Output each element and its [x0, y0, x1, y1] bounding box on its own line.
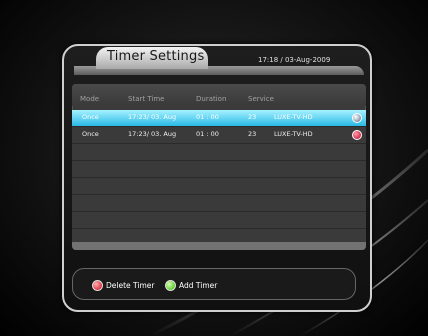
delete-timer-button[interactable]: Delete Timer	[106, 281, 154, 290]
timer-row[interactable]: Once 17:23/ 03. Aug 01 : 00 23 LUXE-TV-H…	[72, 127, 366, 144]
column-duration: Duration	[196, 95, 227, 103]
row-channel-number: 23	[248, 113, 257, 121]
empty-row	[72, 195, 366, 212]
row-duration: 01 : 00	[196, 130, 219, 138]
empty-row	[72, 161, 366, 178]
row-duration: 01 : 00	[196, 113, 219, 121]
column-start-time: Start Time	[128, 95, 165, 103]
empty-row	[72, 178, 366, 195]
red-key-icon	[92, 280, 103, 291]
empty-row	[72, 212, 366, 229]
row-service: LUXE-TV-HD	[274, 130, 313, 138]
add-timer-button[interactable]: Add Timer	[179, 281, 217, 290]
row-start-time: 17:23/ 03. Aug	[128, 130, 177, 138]
list-footer	[72, 242, 366, 250]
empty-row	[72, 144, 366, 161]
timer-status-icon	[352, 130, 362, 140]
row-mode: Once	[82, 130, 99, 138]
column-service: Service	[248, 95, 274, 103]
page-title: Timer Settings	[107, 49, 205, 64]
timer-row[interactable]: Once 17:23/ 03. Aug 01 : 00 23 LUXE-TV-H…	[72, 110, 366, 127]
row-mode: Once	[82, 113, 99, 121]
row-start-time: 17:23/ 03. Aug	[128, 113, 177, 121]
green-key-icon	[165, 280, 176, 291]
timer-status-icon	[352, 113, 362, 123]
datetime-display: 17:18 / 03-Aug-2009	[258, 56, 331, 64]
column-mode: Mode	[80, 95, 100, 103]
row-service: LUXE-TV-HD	[274, 113, 313, 121]
row-channel-number: 23	[248, 130, 257, 138]
